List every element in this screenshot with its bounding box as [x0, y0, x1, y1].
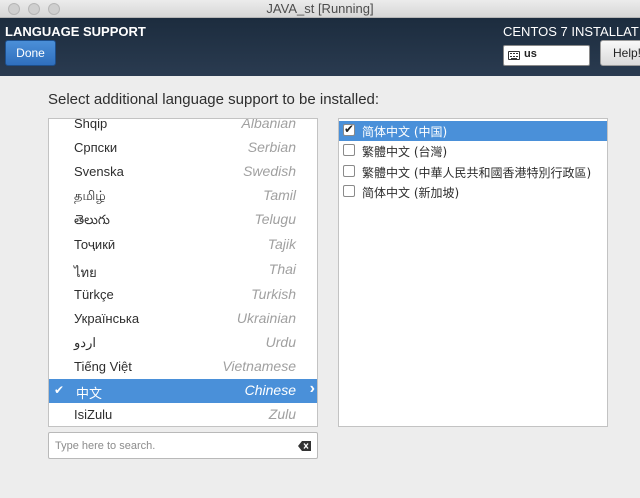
language-row-thai[interactable]: ไทย Thai	[49, 258, 317, 282]
locale-checkbox[interactable]	[343, 144, 355, 156]
locale-row-zh-sg[interactable]: 简体中文 (新加坡)	[339, 182, 607, 202]
checkmark-icon: ✔	[344, 122, 355, 136]
language-english-name: Turkish	[251, 286, 296, 302]
language-native-name: Svenska	[74, 164, 124, 179]
keyboard-icon	[508, 51, 520, 60]
keyboard-layout-label: us	[524, 48, 537, 60]
language-row-turkish[interactable]: Türkçe Turkish	[49, 283, 317, 307]
language-list[interactable]: Shqip Albanian Српски Serbian Svenska Sw…	[48, 118, 318, 427]
locale-checkbox[interactable]	[343, 165, 355, 177]
language-english-name: Swedish	[243, 163, 296, 179]
chevron-right-icon: ›	[309, 380, 315, 397]
checkmark-icon: ✔	[54, 383, 65, 397]
spoke-title: LANGUAGE SUPPORT	[5, 24, 146, 39]
locale-list[interactable]: ✔ 简体中文 (中国) 繁體中文 (台灣) 繁體中文 (中華人民共和國香港特別行…	[338, 118, 608, 427]
language-english-name: Tajik	[267, 236, 296, 252]
language-search-box[interactable]	[48, 432, 318, 459]
language-native-name: தமிழ்	[74, 188, 106, 203]
instruction-label: Select additional language support to be…	[48, 91, 380, 108]
keyboard-layout-indicator[interactable]: us	[503, 45, 590, 66]
locale-label: 简体中文 (新加坡)	[362, 186, 460, 200]
locale-row-zh-cn[interactable]: ✔ 简体中文 (中国)	[339, 121, 607, 141]
language-english-name: Urdu	[265, 334, 296, 350]
installer-header: LANGUAGE SUPPORT Done CENTOS 7 INSTALLAT…	[0, 18, 640, 76]
locale-label: 繁體中文 (台灣)	[362, 145, 448, 159]
window-title: JAVA_st [Running]	[266, 1, 374, 16]
language-native-name: Српски	[74, 140, 118, 155]
language-native-name: IsiZulu	[74, 407, 113, 422]
language-row-telugu[interactable]: తెలుగు Telugu	[49, 208, 317, 232]
language-search-input[interactable]	[55, 437, 285, 455]
locale-label: 简体中文 (中国)	[362, 125, 448, 139]
language-native-name: ไทย	[74, 265, 97, 280]
language-row-swedish[interactable]: Svenska Swedish	[49, 160, 317, 184]
language-english-name: Tamil	[263, 187, 296, 203]
language-row-chinese[interactable]: ✔ 中文 Chinese ›	[49, 379, 317, 403]
language-native-name: Українська	[74, 311, 140, 326]
clear-search-icon[interactable]	[298, 441, 311, 451]
language-row-tamil[interactable]: தமிழ் Tamil	[49, 184, 317, 208]
language-row-zulu[interactable]: IsiZulu Zulu	[49, 403, 317, 426]
language-row-ukrainian[interactable]: Українська Ukrainian	[49, 307, 317, 331]
language-english-name: Ukrainian	[236, 310, 296, 326]
language-english-name: Albanian	[241, 118, 297, 131]
language-row-albanian[interactable]: Shqip Albanian	[49, 118, 317, 136]
locale-checkbox[interactable]: ✔	[343, 122, 355, 136]
language-native-name: Tiếng Việt	[74, 359, 132, 374]
language-english-name: Chinese	[244, 382, 296, 398]
locale-label: 繁體中文 (中華人民共和國香港特別行政區)	[362, 166, 592, 180]
language-native-name: తెలుగు	[74, 212, 110, 227]
language-row-urdu[interactable]: اردو Urdu	[49, 331, 317, 355]
language-native-name: 中文	[76, 386, 103, 401]
product-title: CENTOS 7 INSTALLATION	[503, 24, 640, 39]
locale-row-zh-hk[interactable]: 繁體中文 (中華人民共和國香港特別行政區)	[339, 162, 607, 182]
language-english-name: Serbian	[247, 139, 296, 155]
window-titlebar: JAVA_st [Running]	[0, 0, 640, 18]
done-button[interactable]: Done	[5, 40, 56, 66]
language-row-serbian[interactable]: Српски Serbian	[49, 136, 317, 160]
language-native-name: اردو	[74, 335, 96, 350]
locale-checkbox[interactable]	[343, 185, 355, 197]
language-native-name: Тоҷикӣ	[74, 237, 116, 252]
language-english-name: Thai	[268, 261, 296, 277]
language-row-tajik[interactable]: Тоҷикӣ Tajik	[49, 233, 317, 257]
language-native-name: Türkçe	[74, 287, 114, 302]
language-english-name: Telugu	[254, 211, 296, 227]
help-button[interactable]: Help!	[600, 40, 640, 66]
language-english-name: Vietnamese	[222, 358, 296, 374]
locale-row-zh-tw[interactable]: 繁體中文 (台灣)	[339, 141, 607, 161]
language-english-name: Zulu	[268, 406, 296, 422]
language-native-name: Shqip	[74, 118, 108, 131]
language-row-vietnamese[interactable]: Tiếng Việt Vietnamese	[49, 355, 317, 379]
